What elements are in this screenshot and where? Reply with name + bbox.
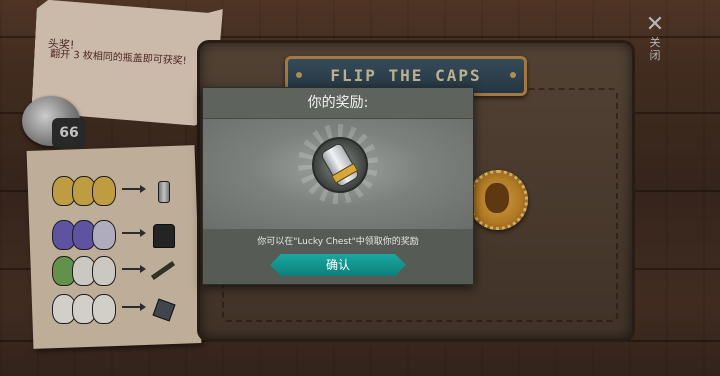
- canister-icon: [312, 137, 368, 193]
- reward-dialog: 你的奖励: 你可以在"Lucky Chest"中领取你的奖励 确认: [202, 87, 474, 285]
- canister-body: [319, 141, 361, 189]
- confirm-button[interactable]: 确认: [270, 254, 406, 276]
- dialog-message: 你可以在"Lucky Chest"中领取你的奖励: [257, 237, 419, 247]
- dialog-title: 你的奖励:: [203, 88, 473, 119]
- reward-display: [203, 119, 473, 229]
- canister-band: [331, 162, 359, 184]
